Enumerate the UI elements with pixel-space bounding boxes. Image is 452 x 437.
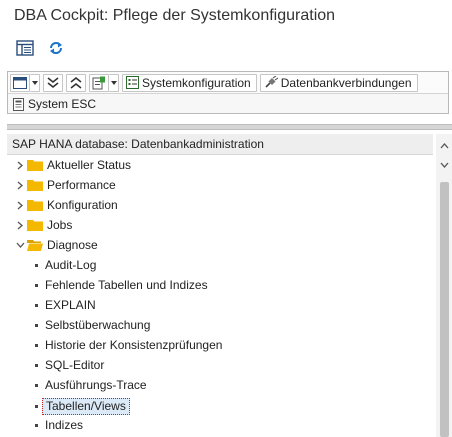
system-row[interactable]: System ESC: [8, 94, 448, 114]
tree-item-sql-editor[interactable]: SQL-Editor: [7, 355, 433, 375]
bullet-icon: [35, 383, 38, 387]
tree-folder-diagnose[interactable]: Diagnose: [7, 235, 433, 255]
folder-icon: [27, 180, 43, 191]
navigation-tree: SAP HANA database: Datenbankadministrati…: [7, 134, 452, 437]
layout-dropdown-button[interactable]: [30, 73, 40, 92]
panel-toolbar: Systemkonfiguration Datenbankverbindunge…: [8, 72, 448, 94]
selected-item-label: Tabellen/Views: [42, 397, 130, 415]
open-folder-icon: [27, 240, 43, 251]
bullet-icon: [35, 263, 38, 267]
bullet-icon: [35, 423, 38, 427]
vertical-scrollbar[interactable]: [436, 134, 452, 437]
layout-toggle-button[interactable]: [10, 73, 30, 92]
favorites-button[interactable]: [89, 73, 109, 92]
system-configuration-button[interactable]: Systemkonfiguration: [122, 73, 257, 92]
double-chevron-up-icon: [70, 76, 82, 89]
chevron-right-icon[interactable]: [15, 195, 25, 215]
database-connections-button[interactable]: Datenbankverbindungen: [259, 73, 418, 92]
layout-icon[interactable]: [14, 38, 36, 58]
tree-item-ausfuehrungs-trace[interactable]: Ausführungs-Trace: [7, 375, 433, 395]
tree-folder-konfiguration[interactable]: Konfiguration: [7, 195, 433, 215]
scrollbar-thumb[interactable]: [440, 182, 449, 437]
tree-item-indizes[interactable]: Indizes: [7, 415, 433, 435]
bullet-icon: [35, 363, 38, 367]
tree-item-tabellen-views[interactable]: Tabellen/Views: [7, 396, 433, 416]
tree-folder-performance[interactable]: Performance: [7, 175, 433, 195]
tree-item-explain[interactable]: EXPLAIN: [7, 295, 433, 315]
tree-folder-jobs[interactable]: Jobs: [7, 215, 433, 235]
bullet-icon: [35, 283, 38, 287]
database-connections-label: Datenbankverbindungen: [280, 75, 412, 90]
folder-icon: [27, 200, 43, 211]
favorites-icon: [92, 76, 105, 89]
system-configuration-label: Systemkonfiguration: [142, 75, 251, 90]
chevron-down-icon[interactable]: [15, 235, 25, 255]
chevron-right-icon[interactable]: [15, 215, 25, 235]
tree-item-historie-konsistenzpruefungen[interactable]: Historie der Konsistenzprüfungen: [7, 335, 433, 355]
tree-folder-aktueller-status[interactable]: Aktueller Status: [7, 155, 433, 175]
system-label: System ESC: [28, 97, 97, 111]
tree-item-audit-log[interactable]: Audit-Log: [7, 255, 433, 275]
system-list-icon: [126, 76, 139, 89]
scroll-down-icon[interactable]: [439, 160, 449, 170]
bullet-icon: [35, 323, 38, 327]
bullet-icon: [35, 343, 38, 347]
chevron-down-icon: [31, 80, 38, 85]
system-icon: [13, 97, 24, 111]
tree-header: SAP HANA database: Datenbankadministrati…: [7, 134, 433, 155]
expand-all-button[interactable]: [43, 73, 63, 92]
chevron-right-icon[interactable]: [15, 155, 25, 175]
window-layout-icon: [13, 76, 27, 89]
refresh-icon[interactable]: [45, 38, 67, 58]
folder-icon: [27, 220, 43, 231]
favorites-dropdown-button[interactable]: [109, 73, 119, 92]
navigation-panel: Systemkonfiguration Datenbankverbindunge…: [7, 71, 449, 114]
tree-item-fehlende-tabellen[interactable]: Fehlende Tabellen und Indizes: [7, 275, 433, 295]
bullet-icon: [35, 404, 38, 408]
plug-icon: [265, 76, 278, 88]
double-chevron-down-icon: [47, 76, 59, 88]
tree-item-selbstueberwachung[interactable]: Selbstüberwachung: [7, 315, 433, 335]
chevron-down-icon: [110, 80, 117, 85]
splitter[interactable]: [7, 124, 452, 130]
collapse-all-button[interactable]: [66, 73, 86, 92]
chevron-right-icon[interactable]: [15, 175, 25, 195]
bullet-icon: [35, 303, 38, 307]
scroll-up-icon[interactable]: [439, 141, 449, 151]
window-title: DBA Cockpit: Pflege der Systemkonfigurat…: [14, 7, 336, 24]
folder-icon: [27, 160, 43, 171]
